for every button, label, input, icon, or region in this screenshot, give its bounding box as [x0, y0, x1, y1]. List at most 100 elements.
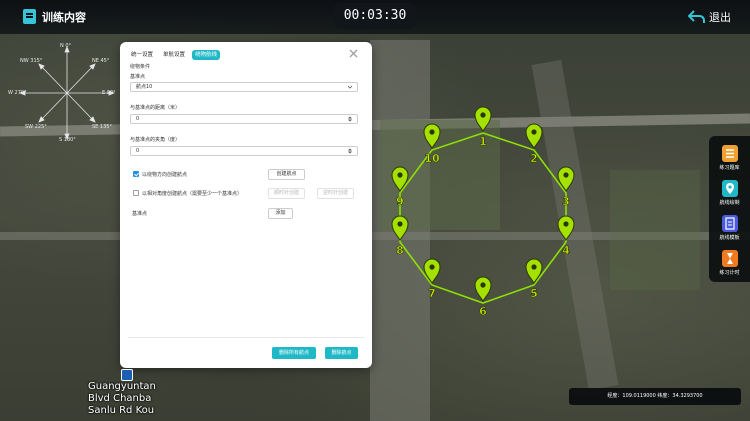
- distance-input[interactable]: 0: [130, 114, 358, 124]
- hourglass-icon: [722, 250, 738, 267]
- sidebar-item-label: 练习题库: [719, 165, 740, 171]
- map-pin-icon: [557, 166, 575, 192]
- section-title: 绕物条件: [130, 64, 151, 70]
- waypoint-number: 4: [562, 244, 570, 257]
- document-icon: [23, 9, 36, 24]
- sidebar-item-route-drawing[interactable]: 航线绘制: [709, 176, 750, 210]
- pin-dot: [563, 172, 569, 178]
- tab-orbit-route[interactable]: 绕物航线: [192, 50, 221, 60]
- dialog-tabs: 统一设置 单航设置 绕物航线: [128, 50, 221, 60]
- list-icon: [722, 145, 738, 162]
- map-place-label: Guangyuntan Blvd Chanba Sanlu Rd Kou: [88, 381, 156, 417]
- stepper-icon[interactable]: [347, 116, 353, 122]
- tab-single-settings[interactable]: 单航设置: [160, 50, 188, 60]
- angle-input[interactable]: 0: [130, 146, 358, 156]
- compass-label-s: S 180°: [59, 137, 76, 143]
- map-pin-icon: [391, 166, 409, 192]
- bus-stop-icon: [121, 369, 133, 381]
- pin-dot: [429, 129, 435, 135]
- compass-label-e: E 90°: [102, 90, 116, 96]
- waypoint-marker[interactable]: 6: [474, 276, 492, 318]
- sidebar-item-label: 航线绘制: [719, 200, 740, 206]
- map-pin-icon: [423, 123, 441, 149]
- side-toolbar: 练习题库 航线绘制 航线模板 练习计时: [709, 136, 750, 282]
- route-settings-dialog: 统一设置 单航设置 绕物航线 绕物条件 基准点 航点10 与基准点的距离（米） …: [120, 42, 372, 368]
- waypoint-number: 1: [479, 135, 487, 148]
- tab-unified-settings[interactable]: 统一设置: [128, 50, 156, 60]
- template-icon: [722, 215, 738, 232]
- map-pin-icon: [423, 258, 441, 284]
- compass-label-w: W 270°: [8, 90, 27, 96]
- distance-label: 与基准点的距离（米）: [130, 105, 181, 111]
- map-pin-icon: [525, 123, 543, 149]
- waypoint-number: 6: [479, 305, 487, 318]
- add-button[interactable]: 添加: [268, 208, 293, 219]
- waypoint-marker[interactable]: 3: [557, 166, 575, 208]
- pin-dot: [480, 282, 486, 288]
- map-pin-icon: [557, 215, 575, 241]
- map-pin-icon: [474, 106, 492, 132]
- sidebar-item-practice-timer[interactable]: 练习计时: [709, 246, 750, 280]
- angle-value: 0: [136, 148, 140, 154]
- compass-label-se: SE 135°: [92, 124, 112, 130]
- timer-display: 00:03:30: [334, 3, 416, 29]
- orbit-direction-checkbox[interactable]: [133, 171, 139, 177]
- waypoint-number: 7: [428, 287, 436, 300]
- pin-dot: [531, 129, 537, 135]
- waypoint-number: 5: [530, 287, 538, 300]
- sidebar-item-label: 练习计时: [719, 270, 740, 276]
- chevron-down-icon: [347, 85, 353, 89]
- waypoint-number: 3: [562, 195, 570, 208]
- waypoint-number: 2: [530, 152, 538, 165]
- pin-dot: [480, 112, 486, 118]
- orbit-direction-label: 以绕物方向创建航点: [142, 172, 188, 178]
- stepper-icon[interactable]: [347, 148, 353, 154]
- pin-dot: [563, 221, 569, 227]
- waypoint-number: 9: [396, 195, 404, 208]
- pin-dot: [397, 221, 403, 227]
- waypoint-marker[interactable]: 9: [391, 166, 409, 208]
- compass-label-nw: NW 315°: [20, 58, 43, 64]
- compass-rose: N 0° NE 45° E 90° SE 135° S 180° SW 225°…: [8, 42, 128, 144]
- waypoint-marker[interactable]: 1: [474, 106, 492, 148]
- close-icon[interactable]: [348, 48, 359, 59]
- angle-label: 与基准点的夹角（度）: [130, 137, 181, 143]
- waypoint-number: 10: [424, 152, 440, 165]
- divider: [128, 337, 364, 338]
- back-arrow-icon: [688, 10, 705, 23]
- base-point-value: 航点10: [136, 84, 153, 90]
- exit-label: 退出: [709, 11, 731, 24]
- map-pin-icon: [722, 180, 738, 197]
- map-label-line: Blvd Chanba: [88, 393, 152, 404]
- exit-button[interactable]: 退出: [688, 8, 731, 26]
- sidebar-item-question-bank[interactable]: 练习题库: [709, 141, 750, 175]
- map-pin-icon: [474, 276, 492, 302]
- pin-dot: [397, 172, 403, 178]
- clockwise-create-button[interactable]: 顺时针创建: [268, 188, 305, 199]
- coordinate-readout: 经度：109.0119000 纬度：34.3293700: [569, 388, 741, 405]
- relative-angle-checkbox[interactable]: [133, 190, 139, 196]
- base-point-label: 基准点: [130, 74, 146, 80]
- waypoint-marker[interactable]: 7: [423, 258, 441, 300]
- delete-all-waypoints-button[interactable]: 删除所有航点: [272, 347, 316, 359]
- compass-label-n: N 0°: [60, 43, 72, 49]
- waypoint-marker[interactable]: 10: [423, 123, 441, 165]
- map-pin-icon: [391, 215, 409, 241]
- base-point2-label: 基准点: [132, 211, 148, 217]
- map-pin-icon: [525, 258, 543, 284]
- pin-dot: [531, 264, 537, 270]
- create-waypoint-button[interactable]: 创建航点: [268, 169, 305, 180]
- waypoint-number: 8: [396, 244, 404, 257]
- relative-angle-label: 以相对角度创建航点（需要至少一个基准点）: [142, 191, 243, 197]
- compass-label-sw: SW 225°: [25, 124, 47, 130]
- top-bar: 训练内容 00:03:30 退出: [0, 0, 750, 34]
- sidebar-item-route-template[interactable]: 航线模板: [709, 211, 750, 245]
- distance-value: 0: [136, 116, 140, 122]
- map-label-line: Sanlu Rd Kou: [88, 405, 155, 416]
- waypoint-marker[interactable]: 5: [525, 258, 543, 300]
- sidebar-item-label: 航线模板: [719, 235, 740, 241]
- counterclockwise-create-button[interactable]: 逆时针创建: [317, 188, 354, 199]
- delete-waypoint-button[interactable]: 删除航点: [325, 347, 358, 359]
- map-label-line: Guangyuntan: [88, 381, 156, 392]
- base-point-select[interactable]: 航点10: [130, 82, 358, 92]
